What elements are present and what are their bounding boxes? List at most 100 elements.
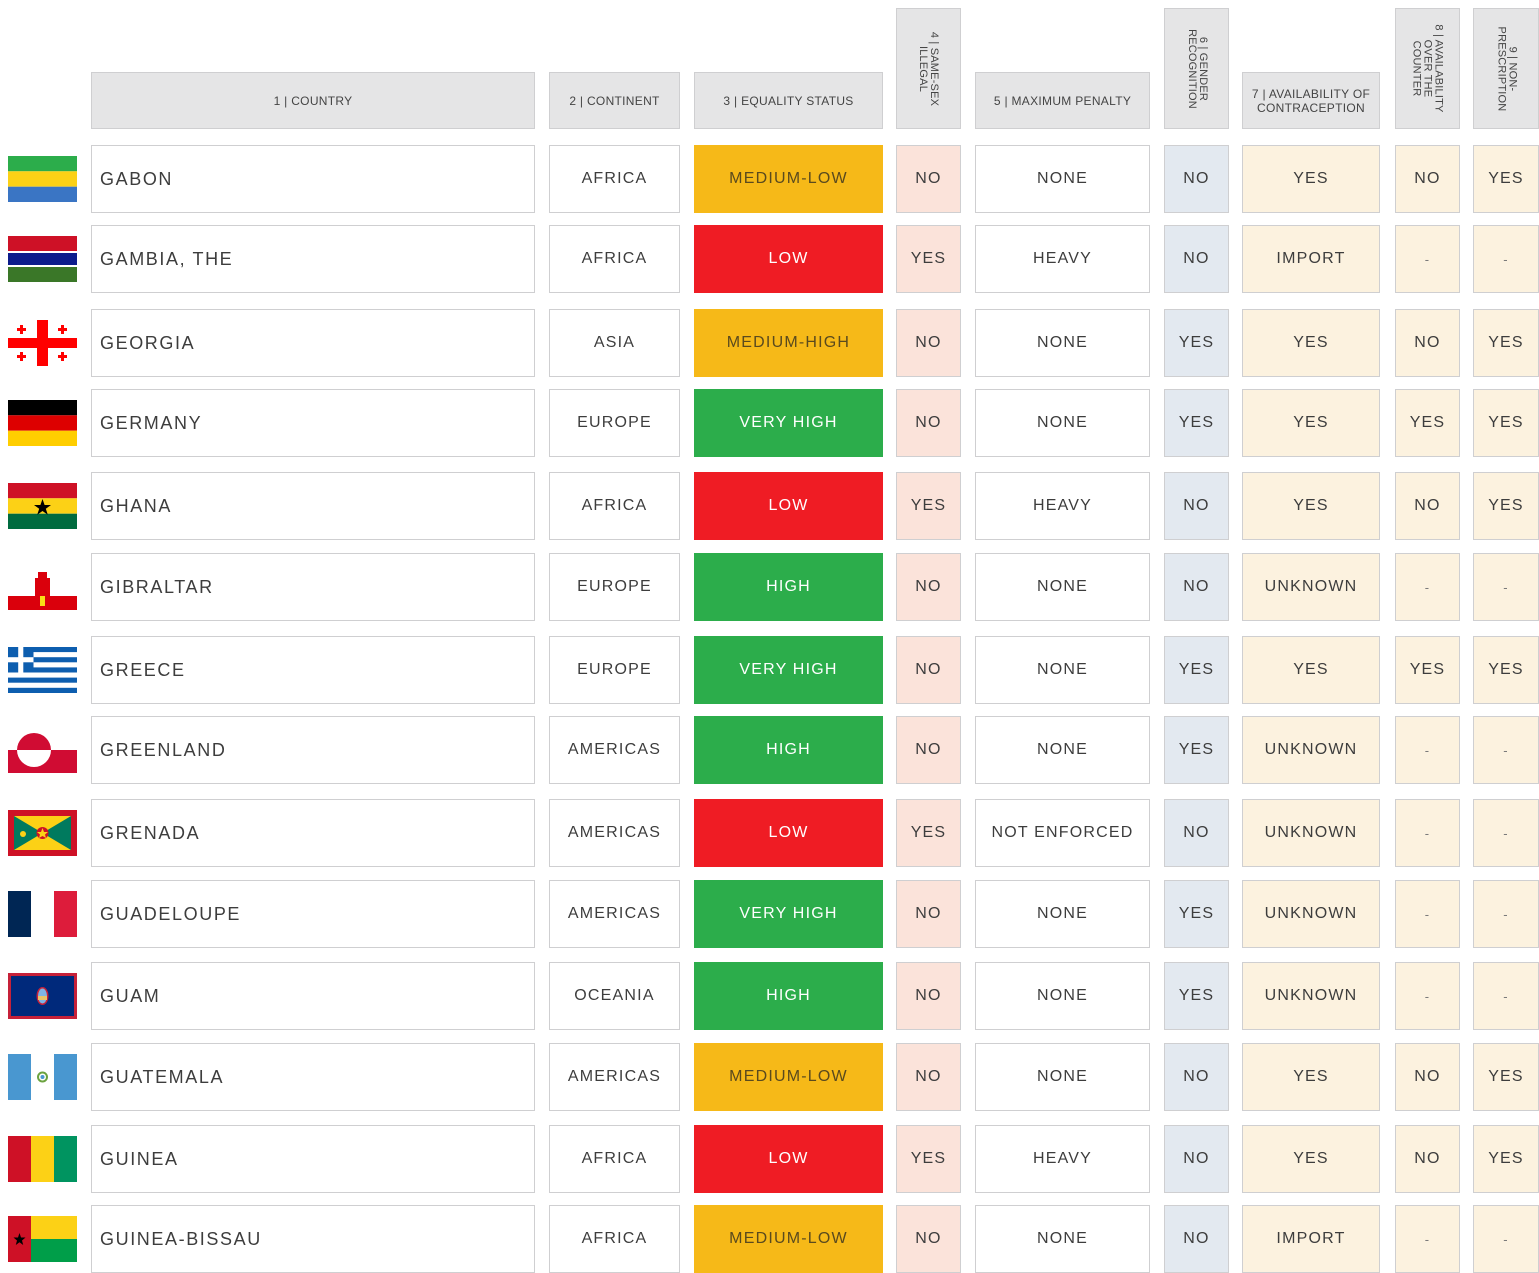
over-the-counter-cell-text: - <box>1424 906 1431 922</box>
non-prescription-cell-text: YES <box>1488 170 1524 187</box>
same-sex-illegal-cell-text: YES <box>910 497 947 514</box>
contraception-cell: YES <box>1242 145 1380 213</box>
non-prescription-cell: - <box>1473 716 1539 784</box>
maximum-penalty-cell-text: NONE <box>1036 741 1089 758</box>
continent-cell: EUROPE <box>549 553 680 621</box>
country-cell-text: GUATEMALA <box>100 1066 225 1087</box>
contraception-cell: UNKNOWN <box>1242 962 1380 1030</box>
contraception-cell-text: UNKNOWN <box>1264 987 1358 1004</box>
contraception-cell: YES <box>1242 1125 1380 1193</box>
over-the-counter-cell-text: - <box>1424 579 1431 595</box>
non-prescription-cell-text: YES <box>1488 497 1524 514</box>
header-continent-label: 2 | CONTINENT <box>569 93 660 108</box>
contraception-cell-text: IMPORT <box>1276 250 1346 267</box>
header-gender-label: 6 | GENDER RECOGNITION <box>1185 28 1209 109</box>
continent-cell: AMERICAS <box>549 1043 680 1111</box>
maximum-penalty-cell-text: HEAVY <box>1032 497 1093 514</box>
over-the-counter-cell-text: NO <box>1414 497 1441 514</box>
over-the-counter-cell: NO <box>1395 1125 1460 1193</box>
non-prescription-cell-text: - <box>1503 579 1509 595</box>
gender-recognition-cell-text: YES <box>1178 987 1215 1004</box>
gibraltar-flag <box>8 564 77 610</box>
equality-status-badge-text: LOW <box>768 1150 809 1167</box>
over-the-counter-cell: - <box>1395 962 1460 1030</box>
continent-cell-text: AFRICA <box>581 250 648 267</box>
over-the-counter-cell-text: YES <box>1409 414 1446 431</box>
guadeloupe-flag <box>8 891 77 937</box>
maximum-penalty-cell: HEAVY <box>975 1125 1150 1193</box>
over-the-counter-cell-text: - <box>1424 251 1431 267</box>
germany-flag <box>8 400 77 446</box>
equality-status-badge: LOW <box>694 799 883 867</box>
equality-status-badge-text: HIGH <box>766 578 811 595</box>
gender-recognition-cell-text: NO <box>1183 824 1210 841</box>
equality-status-badge: HIGH <box>694 553 883 621</box>
over-the-counter-cell: NO <box>1395 472 1460 540</box>
country-cell: GUAM <box>91 962 535 1030</box>
gender-recognition-cell: NO <box>1164 1043 1229 1111</box>
gender-recognition-cell: YES <box>1164 716 1229 784</box>
continent-cell: AFRICA <box>549 472 680 540</box>
maximum-penalty-cell-text: NONE <box>1036 170 1089 187</box>
maximum-penalty-cell-text: HEAVY <box>1032 1150 1093 1167</box>
maximum-penalty-cell: HEAVY <box>975 472 1150 540</box>
non-prescription-cell: YES <box>1473 309 1539 377</box>
contraception-cell-text: IMPORT <box>1276 1230 1346 1247</box>
over-the-counter-cell-text: NO <box>1414 170 1441 187</box>
continent-cell-text: ASIA <box>593 334 636 351</box>
same-sex-illegal-cell: NO <box>896 1205 961 1273</box>
header-nonprescription-label: 9 | NON- PRESCRIPTION <box>1495 26 1519 111</box>
over-the-counter-cell: YES <box>1395 389 1460 457</box>
gender-recognition-cell-text: YES <box>1178 741 1215 758</box>
header-continent: 2 | CONTINENT <box>549 72 680 129</box>
contraception-cell-text: YES <box>1293 661 1329 678</box>
maximum-penalty-cell: NONE <box>975 962 1150 1030</box>
maximum-penalty-cell-text: NONE <box>1036 661 1089 678</box>
equality-status-badge: MEDIUM-LOW <box>694 1043 883 1111</box>
equality-status-badge: VERY HIGH <box>694 880 883 948</box>
contraception-cell-text: YES <box>1293 170 1329 187</box>
non-prescription-cell: - <box>1473 553 1539 621</box>
header-otc-label: 8 | AVAILABILITY OVER THE COUNTER <box>1411 24 1446 113</box>
country-cell-text: GUINEA-BISSAU <box>100 1228 262 1249</box>
continent-cell: AFRICA <box>549 1205 680 1273</box>
guam-flag <box>8 973 77 1019</box>
gambia-flag <box>8 236 77 282</box>
same-sex-illegal-cell-text: NO <box>915 334 942 351</box>
gender-recognition-cell: YES <box>1164 309 1229 377</box>
header-non-prescription: 9 | NON- PRESCRIPTION <box>1473 8 1539 129</box>
contraception-cell: UNKNOWN <box>1242 880 1380 948</box>
over-the-counter-cell-text: - <box>1424 1231 1431 1247</box>
maximum-penalty-cell-text: NONE <box>1036 578 1089 595</box>
contraception-cell: IMPORT <box>1242 225 1380 293</box>
maximum-penalty-cell: NONE <box>975 636 1150 704</box>
continent-cell-text: AMERICAS <box>567 1068 662 1085</box>
country-cell-text: GUADELOUPE <box>100 903 242 924</box>
contraception-cell: YES <box>1242 472 1380 540</box>
country-cell: GUINEA <box>91 1125 535 1193</box>
country-cell-text: GAMBIA, THE <box>100 248 234 269</box>
non-prescription-cell-text: - <box>1503 906 1509 922</box>
equality-status-badge-text: VERY HIGH <box>739 414 838 431</box>
same-sex-illegal-cell: NO <box>896 553 961 621</box>
guinea-bissau-flag <box>8 1216 77 1262</box>
maximum-penalty-cell-text: NONE <box>1036 334 1089 351</box>
same-sex-illegal-cell-text: YES <box>910 824 947 841</box>
header-over-the-counter: 8 | AVAILABILITY OVER THE COUNTER <box>1395 8 1460 129</box>
continent-cell: AFRICA <box>549 145 680 213</box>
header-penalty-label: 5 | MAXIMUM PENALTY <box>993 93 1132 108</box>
over-the-counter-cell: NO <box>1395 309 1460 377</box>
same-sex-illegal-cell: YES <box>896 225 961 293</box>
header-same-sex-illegal: 4 | SAME-SEX ILLEGAL <box>896 8 961 129</box>
country-cell: GEORGIA <box>91 309 535 377</box>
continent-cell-text: AFRICA <box>581 1230 648 1247</box>
contraception-cell: YES <box>1242 1043 1380 1111</box>
contraception-cell: UNKNOWN <box>1242 553 1380 621</box>
equality-status-badge: VERY HIGH <box>694 636 883 704</box>
header-contraception-label: 7 | AVAILABILITY OF CONTRACEPTION <box>1251 86 1371 115</box>
over-the-counter-cell: - <box>1395 553 1460 621</box>
continent-cell-text: EUROPE <box>577 414 652 431</box>
same-sex-illegal-cell-text: YES <box>910 1150 947 1167</box>
non-prescription-cell-text: - <box>1503 742 1509 758</box>
same-sex-illegal-cell: YES <box>896 1125 961 1193</box>
